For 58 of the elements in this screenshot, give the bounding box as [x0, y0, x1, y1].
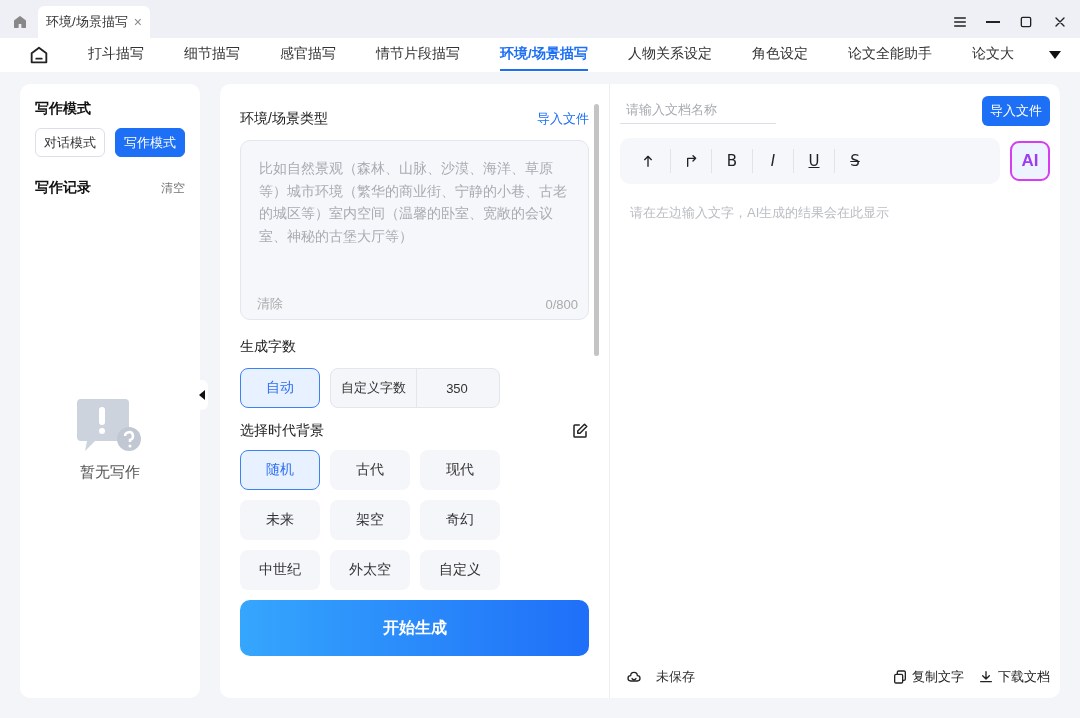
era-chip[interactable]: 自定义 [420, 550, 500, 590]
home-icon [12, 14, 28, 30]
era-chip[interactable]: 外太空 [330, 550, 410, 590]
nav-tab[interactable]: 角色设定 [751, 39, 808, 71]
copy-button[interactable]: 复制文字 [892, 668, 964, 686]
cloud-icon [626, 669, 642, 685]
empty-message-icon [77, 397, 143, 453]
era-chip[interactable]: 古代 [330, 450, 410, 490]
word-count-input[interactable]: 350 [417, 379, 497, 397]
nav-tab[interactable]: 论文大 [971, 39, 1014, 71]
tab-close-button[interactable]: × [133, 14, 142, 30]
menu-icon [952, 14, 968, 30]
section-title: 写作记录 [35, 179, 91, 197]
import-button[interactable]: 导入文件 [982, 96, 1050, 126]
bold-button[interactable]: B [712, 149, 753, 173]
era-chip[interactable]: 随机 [240, 450, 320, 490]
section-title: 写作模式 [35, 100, 92, 118]
dropdown-icon[interactable] [1048, 50, 1062, 60]
clear-link[interactable]: 清空 [161, 179, 185, 197]
era-chip[interactable]: 奇幻 [420, 500, 500, 540]
empty-text: 暂无写作 [80, 463, 140, 482]
mode-button[interactable]: 对话模式 [35, 128, 105, 157]
save-status: 未保存 [656, 668, 695, 686]
field-label: 生成字数 [240, 338, 297, 356]
import-link[interactable]: 导入文件 [537, 110, 589, 128]
nav-tab[interactable]: 感官描写 [280, 39, 336, 71]
collapse-handle[interactable] [196, 380, 208, 410]
nav-tab[interactable]: 情节片段描写 [376, 39, 460, 71]
copy-icon [892, 669, 908, 685]
era-chip[interactable]: 架空 [330, 500, 410, 540]
nav-tab[interactable]: 环境/场景描写 [500, 39, 588, 71]
era-chip[interactable]: 现代 [420, 450, 500, 490]
field-label: 环境/场景类型 [240, 110, 328, 128]
ai-button[interactable]: AI [1010, 141, 1050, 181]
maximize-icon [1018, 14, 1034, 30]
char-count: 0/800 [545, 296, 578, 312]
custom-length-label: 自定义字数 [331, 369, 417, 407]
download-icon [978, 669, 994, 685]
tab-title: 环境/场景描写 [46, 13, 128, 31]
edit-icon [571, 422, 589, 440]
auto-length-chip[interactable]: 自动 [240, 368, 320, 408]
underline-button[interactable]: U [794, 149, 835, 173]
edit-button[interactable] [571, 422, 589, 440]
nav-tab[interactable]: 人物关系设定 [627, 39, 712, 71]
nav-tab[interactable]: 论文全能助手 [847, 39, 932, 71]
download-button[interactable]: 下载文档 [978, 668, 1050, 686]
era-chip[interactable]: 中世纪 [240, 550, 320, 590]
mode-button[interactable]: 写作模式 [115, 128, 185, 157]
home-icon [28, 44, 50, 66]
custom-length-field[interactable]: 自定义字数 350 [330, 368, 500, 408]
italic-button[interactable]: I [753, 149, 794, 173]
nav-tab[interactable]: 打斗描写 [88, 39, 144, 71]
strike-button[interactable]: S [835, 149, 876, 173]
window-tab[interactable]: 环境/场景描写 × [38, 6, 150, 38]
field-label: 选择时代背景 [240, 422, 324, 440]
minimize-icon [986, 21, 1000, 23]
era-chip[interactable]: 未来 [240, 500, 320, 540]
nav-tab[interactable]: 细节描写 [184, 39, 240, 71]
